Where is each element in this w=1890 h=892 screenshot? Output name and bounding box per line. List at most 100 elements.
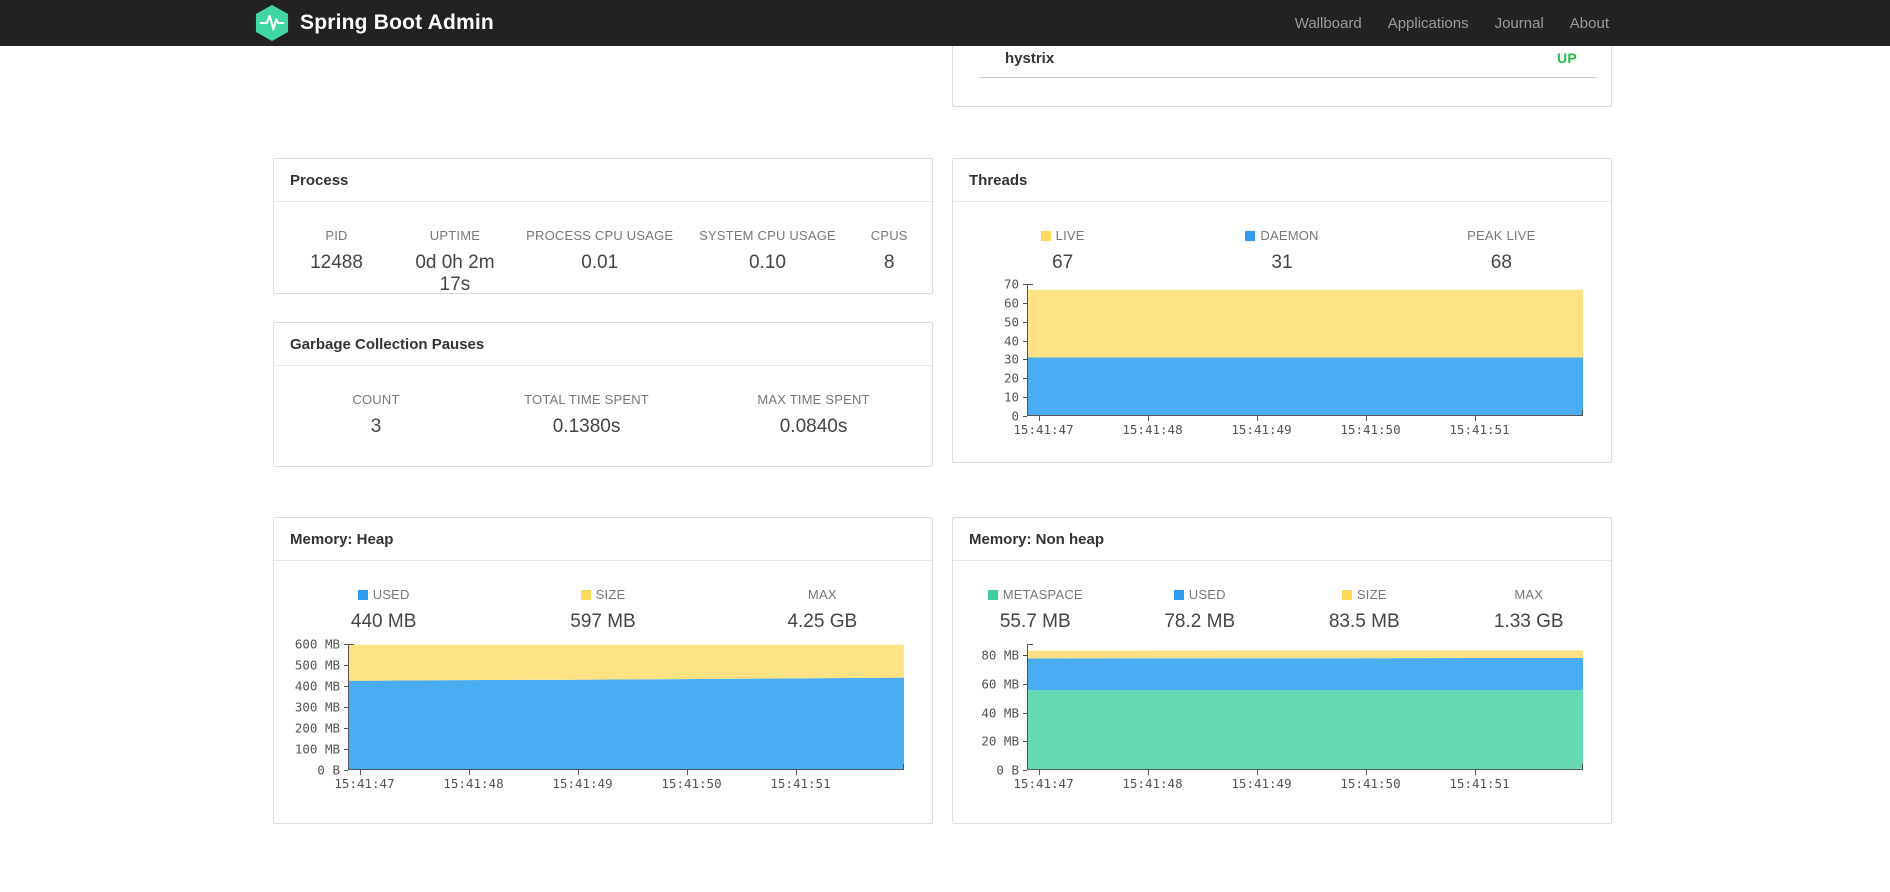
navbar: Spring Boot Admin Wallboard Applications…	[0, 0, 1890, 46]
svg-text:15:41:48: 15:41:48	[1122, 422, 1182, 437]
metric-heap-size: SIZE 597 MB	[493, 587, 712, 633]
threads-legend: LIVE 67 DAEMON 31 PEAK LIVE 68	[953, 202, 1611, 274]
metric-label: PID	[325, 228, 348, 243]
metric-label: CPUS	[870, 228, 908, 243]
svg-text:10: 10	[1004, 390, 1019, 405]
metric-label: MAX	[807, 587, 837, 602]
garbage-collection-card: Garbage Collection Pauses COUNT 3 TOTAL …	[273, 322, 933, 467]
metric-label: PROCESS CPU USAGE	[526, 228, 674, 243]
svg-text:60: 60	[1004, 296, 1019, 311]
svg-text:15:41:49: 15:41:49	[1231, 422, 1291, 437]
nav-item-applications[interactable]: Applications	[1375, 15, 1482, 32]
gc-metrics: COUNT 3 TOTAL TIME SPENT 0.1380s MAX TIM…	[274, 366, 932, 438]
svg-text:70: 70	[1004, 278, 1019, 292]
svg-text:15:41:49: 15:41:49	[552, 776, 612, 791]
metric-value: 55.7 MB	[999, 611, 1071, 632]
metric-peak-live: PEAK LIVE 68	[1392, 228, 1611, 274]
metric-label: SIZE	[1282, 587, 1447, 602]
metric-heap-max: MAX 4.25 GB	[713, 587, 932, 633]
svg-text:15:41:51: 15:41:51	[1449, 422, 1509, 437]
svg-text:40 MB: 40 MB	[981, 706, 1019, 721]
svg-text:100 MB: 100 MB	[295, 742, 340, 757]
svg-text:30: 30	[1004, 352, 1019, 367]
nav-item-wallboard[interactable]: Wallboard	[1282, 15, 1375, 32]
svg-text:200 MB: 200 MB	[295, 721, 340, 736]
svg-text:400 MB: 400 MB	[295, 679, 340, 694]
nonheap-legend: METASPACE 55.7 MB USED 78.2 MB SIZE 83.5…	[953, 561, 1611, 633]
used-legend-swatch	[357, 590, 368, 600]
metric-label: SIZE	[493, 587, 712, 602]
metric-label: SYSTEM CPU USAGE	[699, 228, 836, 243]
metric-nonheap-used: USED 78.2 MB	[1118, 587, 1283, 633]
metric-live: LIVE 67	[953, 228, 1172, 274]
svg-text:15:41:50: 15:41:50	[1340, 776, 1400, 791]
metric-label: UPTIME	[429, 228, 481, 243]
svg-text:40: 40	[1004, 334, 1019, 349]
metric-label: USED	[274, 587, 493, 602]
used-legend-swatch	[1173, 590, 1184, 600]
threads-card: Threads LIVE 67 DAEMON 31 PEAK LIVE 68 0…	[952, 158, 1612, 463]
process-metrics: PID 12488 UPTIME 0d 0h 2m 17s PROCESS CP…	[274, 202, 932, 296]
metric-value: 83.5 MB	[1328, 611, 1400, 632]
metric-process-cpu-usage: PROCESS CPU USAGE 0.01	[511, 228, 689, 296]
threads-card-title: Threads	[953, 159, 1611, 202]
memory-nonheap-card: Memory: Non heap METASPACE 55.7 MB USED …	[952, 517, 1612, 824]
metric-value: 12488	[310, 252, 363, 273]
metric-value: 8	[883, 252, 895, 273]
metric-daemon: DAEMON 31	[1172, 228, 1391, 274]
svg-text:15:41:48: 15:41:48	[1122, 776, 1182, 791]
row-divider	[979, 77, 1597, 78]
svg-text:15:41:51: 15:41:51	[770, 776, 830, 791]
metric-label: MAX TIME SPENT	[757, 392, 870, 407]
svg-text:60 MB: 60 MB	[981, 677, 1019, 692]
application-name[interactable]: hystrix	[1005, 50, 1054, 67]
metric-uptime: UPTIME 0d 0h 2m 17s	[399, 228, 511, 296]
metric-label: COUNT	[352, 392, 400, 407]
threads-chart: 01020304050607015:41:47 15:41:48 15:41:49 1…	[1004, 278, 1583, 437]
nonheap-card-title: Memory: Non heap	[953, 518, 1611, 561]
svg-text:300 MB: 300 MB	[295, 700, 340, 715]
metric-value: 0.0840s	[779, 416, 848, 437]
metric-value: 1.33 GB	[1493, 611, 1564, 632]
svg-text:20 MB: 20 MB	[981, 734, 1019, 749]
metric-label: LIVE	[953, 228, 1172, 243]
metric-value: 3	[370, 416, 382, 437]
heap-legend: USED 440 MB SIZE 597 MB MAX 4.25 GB	[274, 561, 932, 633]
svg-text:15:41:51: 15:41:51	[1449, 776, 1509, 791]
svg-text:15:41:49: 15:41:49	[1231, 776, 1291, 791]
metric-nonheap-max: MAX 1.33 GB	[1447, 587, 1612, 633]
memory-nonheap-chart: 0 B20 MB40 MB60 MB80 MB15:41:47 15:41:48 1…	[981, 644, 1583, 791]
metric-label: TOTAL TIME SPENT	[524, 392, 649, 407]
metric-value: 0.1380s	[552, 416, 621, 437]
memory-heap-card: Memory: Heap USED 440 MB SIZE 597 MB MAX…	[273, 517, 933, 824]
svg-text:600 MB: 600 MB	[295, 638, 340, 652]
process-card-title: Process	[274, 159, 932, 202]
svg-text:500 MB: 500 MB	[295, 658, 340, 673]
gc-card-title: Garbage Collection Pauses	[274, 323, 932, 366]
metaspace-legend-swatch	[987, 590, 998, 600]
metric-value: 0.10	[748, 252, 786, 273]
application-status-badge: UP	[1556, 50, 1577, 66]
metric-count: COUNT 3	[274, 392, 478, 438]
metric-label: MAX	[1514, 587, 1544, 602]
metric-value: 440 MB	[350, 611, 417, 632]
metric-value: 67	[1052, 252, 1074, 273]
metric-value: 597 MB	[570, 611, 636, 632]
metric-value: 78.2 MB	[1164, 611, 1236, 632]
svg-text:15:41:50: 15:41:50	[1340, 422, 1400, 437]
brand-title: Spring Boot Admin	[300, 11, 494, 34]
metric-label: DAEMON	[1172, 228, 1391, 243]
svg-text:15:41:47: 15:41:47	[334, 776, 394, 791]
spring-boot-admin-logo-icon	[255, 4, 289, 42]
svg-text:50: 50	[1004, 315, 1019, 330]
metric-max-time-spent: MAX TIME SPENT 0.0840s	[695, 392, 932, 438]
daemon-legend-swatch	[1245, 231, 1256, 241]
metric-label: METASPACE	[953, 587, 1118, 602]
metric-label: PEAK LIVE	[1467, 228, 1536, 243]
svg-text:20: 20	[1004, 371, 1019, 386]
svg-text:80 MB: 80 MB	[981, 648, 1019, 663]
brand-link[interactable]: Spring Boot Admin	[255, 0, 494, 46]
nav-item-journal[interactable]: Journal	[1482, 15, 1557, 32]
nav-item-about[interactable]: About	[1557, 15, 1622, 32]
metric-value: 4.25 GB	[787, 611, 858, 632]
